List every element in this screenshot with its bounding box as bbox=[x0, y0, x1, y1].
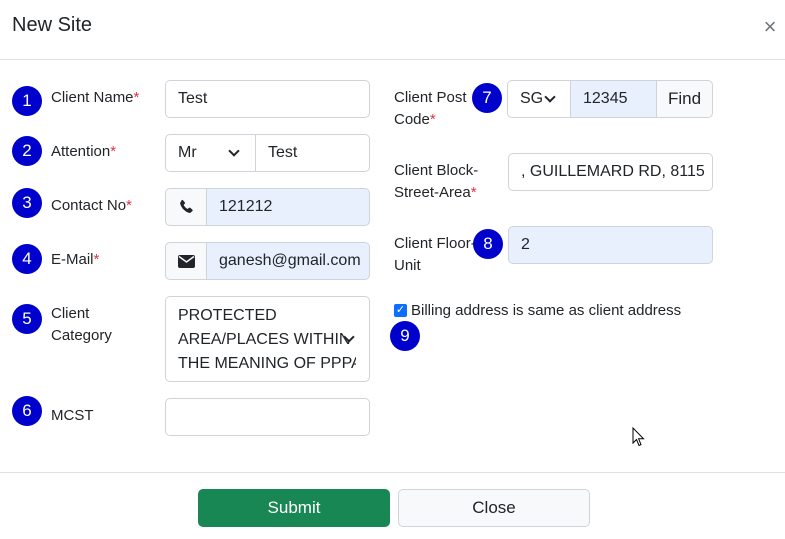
step-badge-5: 5 bbox=[12, 304, 42, 334]
client-category-value: PROTECTED AREA/PLACES WITHIN THE MEANING… bbox=[178, 307, 356, 372]
footer-divider bbox=[0, 472, 785, 473]
step-badge-3: 3 bbox=[12, 188, 42, 218]
email-input[interactable]: ganesh@gmail.com bbox=[206, 242, 370, 280]
dialog-title: New Site bbox=[12, 14, 93, 36]
contact-no-label: Contact No* bbox=[51, 197, 132, 214]
country-select[interactable]: SG bbox=[507, 80, 571, 118]
client-category-label: Client Category bbox=[51, 305, 112, 344]
floor-unit-input[interactable]: 2 bbox=[508, 226, 713, 264]
billing-same-label[interactable]: Billing address is same as client addres… bbox=[411, 300, 681, 322]
step-badge-4: 4 bbox=[12, 244, 42, 274]
envelope-icon bbox=[165, 242, 207, 280]
contact-no-input[interactable]: 121212 bbox=[206, 188, 370, 226]
attention-title-select[interactable]: Mr bbox=[165, 134, 257, 172]
step-badge-9: 9 bbox=[390, 321, 420, 351]
step-badge-7: 7 bbox=[472, 83, 502, 113]
chevron-down-icon bbox=[228, 145, 240, 157]
attention-name-input[interactable]: Test bbox=[255, 134, 370, 172]
client-name-label: Client Name* bbox=[51, 89, 140, 106]
find-button[interactable]: Find bbox=[656, 80, 713, 118]
step-badge-1: 1 bbox=[12, 86, 42, 116]
mouse-cursor-icon bbox=[632, 427, 645, 447]
block-street-input[interactable]: , GUILLEMARD RD, 8115 bbox=[508, 153, 713, 191]
step-badge-6: 6 bbox=[12, 396, 42, 426]
client-category-select[interactable]: PROTECTED AREA/PLACES WITHIN THE MEANING… bbox=[165, 296, 370, 382]
floor-unit-label: Client Floor- Unit bbox=[394, 235, 476, 274]
post-code-input[interactable]: 12345 bbox=[570, 80, 657, 118]
submit-button[interactable]: Submit bbox=[198, 489, 390, 527]
billing-same-checkbox[interactable]: ✓ bbox=[394, 304, 407, 317]
phone-icon bbox=[165, 188, 207, 226]
client-name-input[interactable]: Test bbox=[165, 80, 370, 118]
step-badge-2: 2 bbox=[12, 136, 42, 166]
close-icon[interactable]: × bbox=[757, 14, 783, 40]
mcst-input[interactable] bbox=[165, 398, 370, 436]
post-code-label: Client Post Code* bbox=[394, 89, 467, 128]
header-divider bbox=[0, 59, 785, 60]
mcst-label: MCST bbox=[51, 407, 94, 424]
chevron-down-icon bbox=[544, 91, 556, 103]
email-label: E-Mail* bbox=[51, 251, 100, 268]
checkmark-icon: ✓ bbox=[395, 304, 406, 316]
close-button[interactable]: Close bbox=[398, 489, 590, 527]
step-badge-8: 8 bbox=[473, 229, 503, 259]
block-street-label: Client Block- Street-Area* bbox=[394, 162, 479, 201]
attention-label: Attention* bbox=[51, 143, 117, 160]
